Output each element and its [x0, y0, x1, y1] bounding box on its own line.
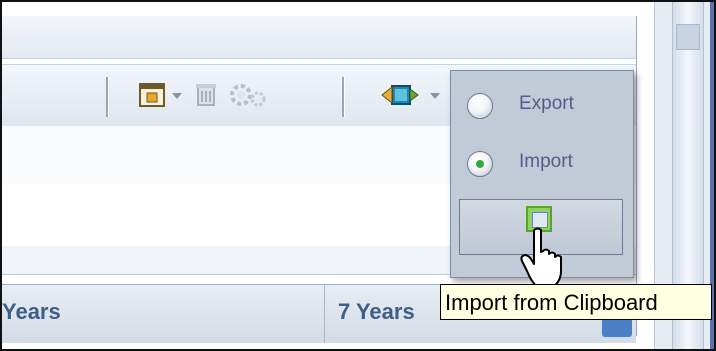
menu-item-label: Import [519, 151, 573, 172]
import-export-icon[interactable] [380, 81, 420, 109]
screenshot-frame: Years 7 Years Export Import Import from … [0, 0, 716, 351]
radio-selected-dot [476, 160, 484, 168]
tooltip: Import from Clipboard [440, 284, 712, 320]
column-header[interactable]: Years [2, 299, 61, 325]
column-header[interactable]: 7 Years [338, 299, 415, 325]
toolbar-separator [342, 77, 345, 117]
delete-icon [192, 81, 220, 109]
column-divider [324, 285, 325, 343]
toolbar-separator [106, 77, 109, 117]
import-radio[interactable] [467, 151, 493, 177]
scrollbar-thumb[interactable] [676, 24, 700, 50]
title-strip [2, 16, 636, 59]
export-radio[interactable] [467, 93, 493, 119]
menu-item-label: Export [519, 93, 574, 114]
hand-cursor-icon [518, 226, 568, 288]
window-icon[interactable] [138, 81, 166, 109]
menu-item-export[interactable]: Export [451, 83, 633, 127]
menu-item-import[interactable]: Import [451, 141, 633, 185]
settings-icon [226, 81, 270, 109]
import-export-dropdown-arrow-icon[interactable] [430, 93, 440, 99]
window-dropdown-arrow-icon[interactable] [172, 93, 182, 99]
